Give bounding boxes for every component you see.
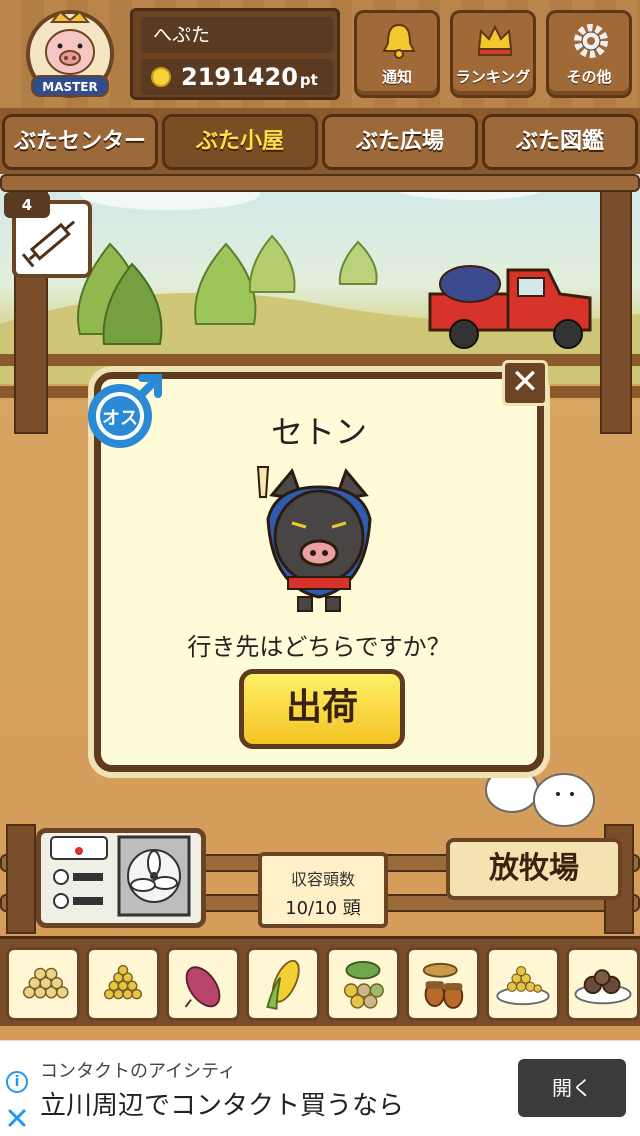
capacity-label: 収容頭数 xyxy=(290,870,355,889)
sweet-potato-icon xyxy=(184,966,221,1008)
bell-icon xyxy=(382,23,416,59)
gender-label: オス xyxy=(102,408,138,429)
ship-button[interactable]: 出荷 xyxy=(239,669,405,749)
crown-icon xyxy=(477,24,513,56)
ranking-button[interactable]: ランキング xyxy=(450,10,536,98)
pasture-sign-button[interactable]: 放牧場 xyxy=(446,838,622,900)
fan-panel-graphic xyxy=(50,835,191,917)
feed-grain-button[interactable] xyxy=(86,947,160,1021)
grain-pile-icon xyxy=(103,964,143,1000)
master-badge[interactable]: MASTER xyxy=(14,8,126,104)
ad-headline: 立川周辺でコンタクト買うなら xyxy=(40,1091,405,1121)
pig-name: セトン xyxy=(270,413,367,451)
dialog-close-button[interactable]: ✕ xyxy=(502,360,548,406)
ventilation-control-panel[interactable] xyxy=(36,828,206,928)
tab-pig-center[interactable]: ぶたセンター xyxy=(2,114,158,170)
mixed-beans-icon xyxy=(343,961,384,1009)
pig-portrait xyxy=(256,466,372,612)
points-value: 2191420 xyxy=(181,63,298,91)
other-label: その他 xyxy=(566,68,612,86)
syringe-count-badge: 4 xyxy=(4,192,50,218)
gender-male-icon: オス xyxy=(86,372,166,452)
feed-acorn-button[interactable] xyxy=(406,947,480,1021)
player-info-panel: へぷた 2191420 pt xyxy=(130,8,340,100)
feed-toolbar xyxy=(0,936,640,1026)
feed-grain-bowl-button[interactable] xyxy=(486,947,560,1021)
ad-advertiser: コンタクトのアイシティ xyxy=(40,1061,237,1082)
fan-icon xyxy=(127,849,181,903)
feed-meatball-button[interactable] xyxy=(566,947,640,1021)
feed-corn-button[interactable] xyxy=(246,947,320,1021)
ad-close-icon[interactable] xyxy=(6,1107,28,1129)
other-button[interactable]: その他 xyxy=(546,10,632,98)
capacity-value: 10/10 頭 xyxy=(285,898,361,919)
points-unit: pt xyxy=(299,71,318,89)
notification-label: 通知 xyxy=(381,68,412,86)
player-name: へぷた xyxy=(141,17,333,53)
ad-open-button[interactable]: 開く xyxy=(518,1059,626,1117)
points-display: 2191420 pt xyxy=(141,59,333,95)
feed-soybeans-button[interactable] xyxy=(6,947,80,1021)
ad-info-icon[interactable]: i xyxy=(6,1071,28,1093)
grain-bowl-icon xyxy=(496,965,550,1006)
ad-banner[interactable]: i コンタクトのアイシティ 立川周辺でコンタクト買うなら 開く xyxy=(0,1040,640,1136)
acorn-icon xyxy=(422,962,464,1009)
corn-icon xyxy=(266,959,300,1010)
tab-pig-hut[interactable]: ぶた小屋 xyxy=(162,114,318,170)
fence-post-right xyxy=(600,174,632,434)
coin-icon xyxy=(151,67,171,87)
tab-pig-plaza[interactable]: ぶた広場 xyxy=(322,114,478,170)
badge-label: MASTER xyxy=(42,80,98,94)
notification-button[interactable]: 通知 xyxy=(354,10,440,98)
feed-mixed-beans-button[interactable] xyxy=(326,947,400,1021)
meatball-plate-icon xyxy=(574,969,632,1005)
tab-pig-encyclopedia[interactable]: ぶた図鑑 xyxy=(482,114,638,170)
fence-beam-top xyxy=(0,174,640,192)
feed-sweet-potato-button[interactable] xyxy=(166,947,240,1021)
gear-icon xyxy=(574,24,608,58)
soybeans-icon xyxy=(23,967,69,999)
destination-question: 行き先はどちらですか？ xyxy=(187,633,451,661)
fence-post-lower-left xyxy=(6,824,36,934)
main-tabs: ぶたセンター ぶた小屋 ぶた広場 ぶた図鑑 xyxy=(0,108,640,174)
capacity-sign: 収容頭数 10/10 頭 xyxy=(258,852,388,928)
top-header: MASTER へぷた 2191420 pt 通知 ランキング その他 xyxy=(0,0,640,108)
ranking-label: ランキング xyxy=(455,68,531,86)
